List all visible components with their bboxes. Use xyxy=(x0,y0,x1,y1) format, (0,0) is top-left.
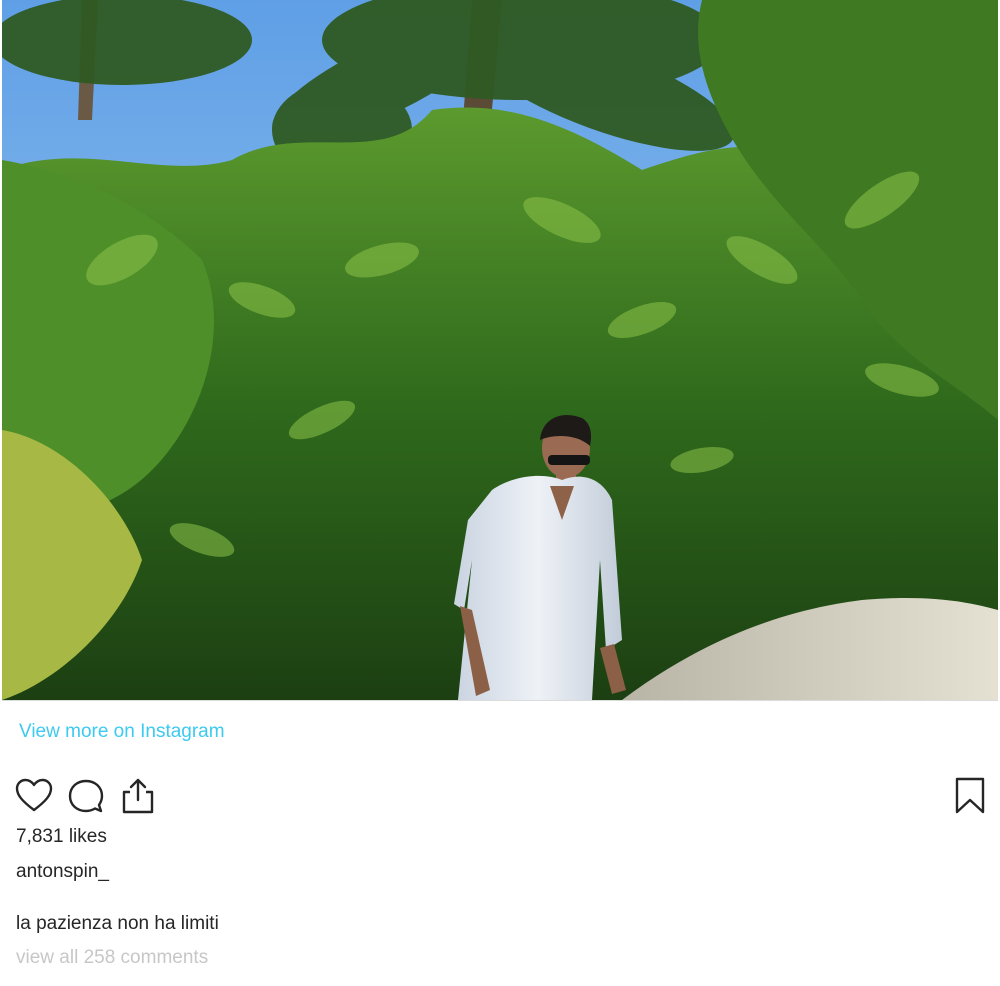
post-image[interactable] xyxy=(2,0,998,701)
post-caption: la pazienza non ha limiti xyxy=(16,913,219,934)
likes-count[interactable]: 7,831 likes xyxy=(16,826,107,848)
share-icon[interactable] xyxy=(118,776,158,816)
post-action-bar xyxy=(14,776,986,816)
view-more-on-instagram-link[interactable]: View more on Instagram xyxy=(19,721,225,743)
username[interactable]: antonspin_ xyxy=(16,861,109,883)
view-all-comments-link[interactable]: view all 258 comments xyxy=(16,947,208,969)
bookmark-icon[interactable] xyxy=(950,776,990,816)
heart-icon[interactable] xyxy=(14,776,54,816)
comment-bubble-icon[interactable] xyxy=(66,776,106,816)
